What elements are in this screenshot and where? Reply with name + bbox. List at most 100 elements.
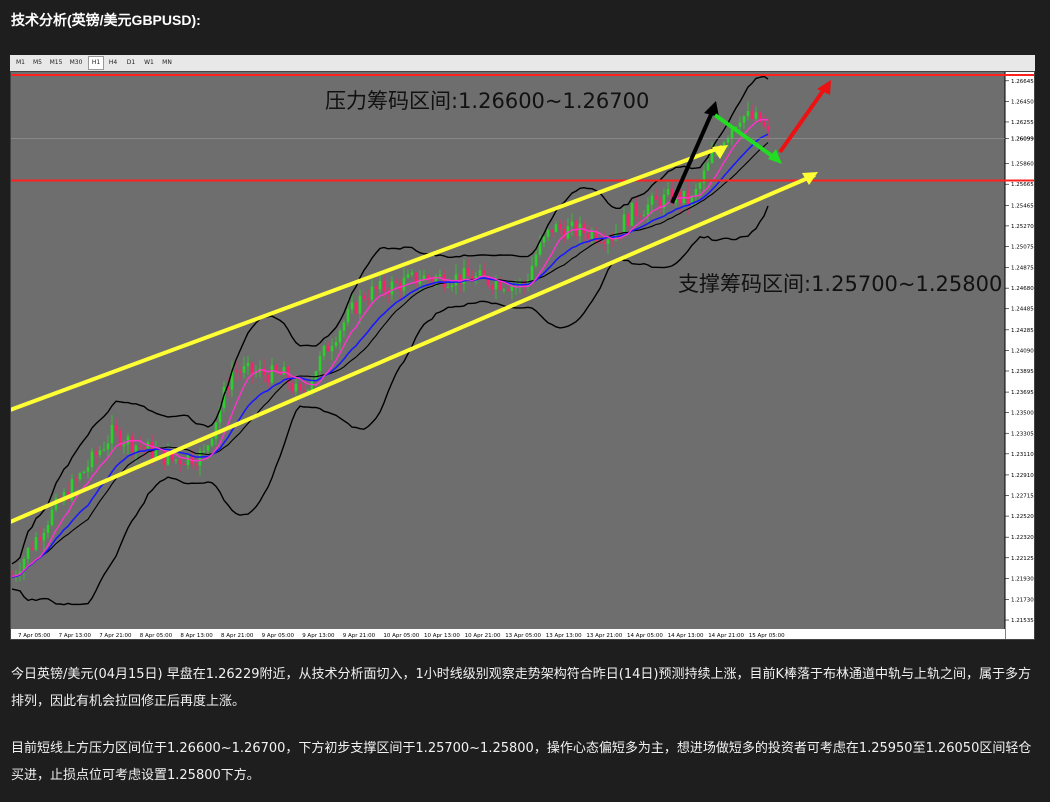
candle-body [210,438,214,446]
candle-body [534,254,538,266]
x-tick-label: 7 Apr 21:00 [99,633,132,639]
candle-body [446,287,450,289]
channel-lower-line [10,173,816,524]
x-tick-label: 10 Apr 21:00 [465,633,501,639]
candle-body [202,450,206,452]
x-tick-label: 7 Apr 05:00 [18,633,51,639]
candle-body [382,280,386,292]
y-tick-label: 1.22910 [1011,473,1034,479]
x-tick-label: 14 Apr 13:00 [668,633,704,639]
bollinger-upper-band [11,75,769,565]
candle-body [74,479,78,481]
candle-body [142,446,146,449]
candle-body [606,239,610,244]
candle-body [374,286,378,290]
candle-body [358,295,362,314]
candle-body [642,215,646,217]
ma-fast-line [11,118,769,578]
candle-body [746,111,750,117]
candle-body [362,295,366,299]
price-chart: M1 M5 M15 M30 H1 H4 D1 W1 MN 1.26645 1.26450 1.262… [10,55,1035,640]
candle-body [406,274,410,278]
candle-body [102,449,106,451]
candle-body [586,233,590,239]
ma-slow-line [11,133,769,578]
analysis-paragraph-2: 目前短线上方压力区间位于1.26600~1.26700，下方初步支撑区间于1.2… [11,741,1032,783]
candle-body [538,242,542,255]
resistance-zone-label: 压力筹码区间:1.26600~1.26700 [325,89,649,113]
candle-body [314,371,318,380]
y-tick-label: 1.23500 [1011,411,1034,417]
candle-body [466,268,470,277]
candle-body [106,443,110,450]
candle-body [94,451,98,455]
candle-body [234,370,238,372]
candle-body [214,422,218,439]
candle-body [766,126,770,131]
y-tick-label: 1.24285 [1011,328,1034,334]
candle-body [366,298,370,300]
y-tick-label: 1.22520 [1011,514,1034,520]
channel-upper-arrowhead [712,145,728,159]
candle-body [434,276,438,282]
y-tick-label: 1.23695 [1011,390,1034,396]
candle-body [26,547,30,559]
y-tick-label: 1.25465 [1011,203,1034,209]
candle-body [738,122,742,127]
candle-body [182,463,186,466]
candle-body [650,195,654,205]
x-tick-label: 8 Apr 13:00 [180,633,213,639]
candle-body [402,277,406,291]
candle-body [494,280,498,290]
candle-body [206,445,210,451]
candle-body [726,138,730,143]
candle-body [346,309,350,323]
candle-body [42,532,46,541]
candle-body [450,285,454,288]
candle-body [542,236,546,243]
candle-body [546,229,550,237]
candle-body [754,112,758,119]
candle-body [426,275,430,279]
x-tick-label: 13 Apr 13:00 [546,633,582,639]
x-tick-label: 9 Apr 13:00 [302,633,335,639]
candle-body [246,362,250,367]
candle-body [90,451,94,468]
candle-body [602,241,606,244]
y-tick-label: 1.22320 [1011,535,1034,541]
candle-body [578,223,582,237]
y-tick-label: 1.25270 [1011,224,1034,230]
candle-body [666,189,670,195]
candle-body [442,274,446,288]
x-tick-label: 9 Apr 05:00 [262,633,295,639]
bollinger-lower-band [11,205,769,606]
candle-body [554,224,558,233]
price-scale-panel [1005,71,1035,640]
candle-body [750,111,754,119]
y-tick-label: 1.24680 [1011,286,1034,292]
y-tick-label: 1.24485 [1011,307,1034,313]
candle-body [186,455,190,466]
candle-body [590,231,594,239]
y-tick-label: 1.25860 [1011,162,1034,168]
candle-body [498,280,502,290]
y-tick-label: 1.26645 [1011,79,1034,85]
candle-body [438,274,442,277]
y-tick-label: 1.23110 [1011,452,1034,458]
candle-body [270,365,274,383]
candle-body [330,345,334,352]
candle-body [266,374,270,383]
candle-body [82,471,86,474]
chart-frame [10,71,1035,640]
candle-body [174,459,178,461]
x-tick-label: 14 Apr 21:00 [708,633,744,639]
candle-body [334,342,338,346]
y-tick-label: 1.24875 [1011,266,1034,272]
candle-body [710,152,714,163]
candle-body [50,509,54,526]
page-heading: 技术分析(英镑/美元GBPUSD): [11,12,201,28]
y-tick-label: 1.23305 [1011,431,1034,437]
candle-body [178,459,182,464]
candle-body [294,383,298,392]
x-tick-label: 14 Apr 05:00 [627,633,663,639]
